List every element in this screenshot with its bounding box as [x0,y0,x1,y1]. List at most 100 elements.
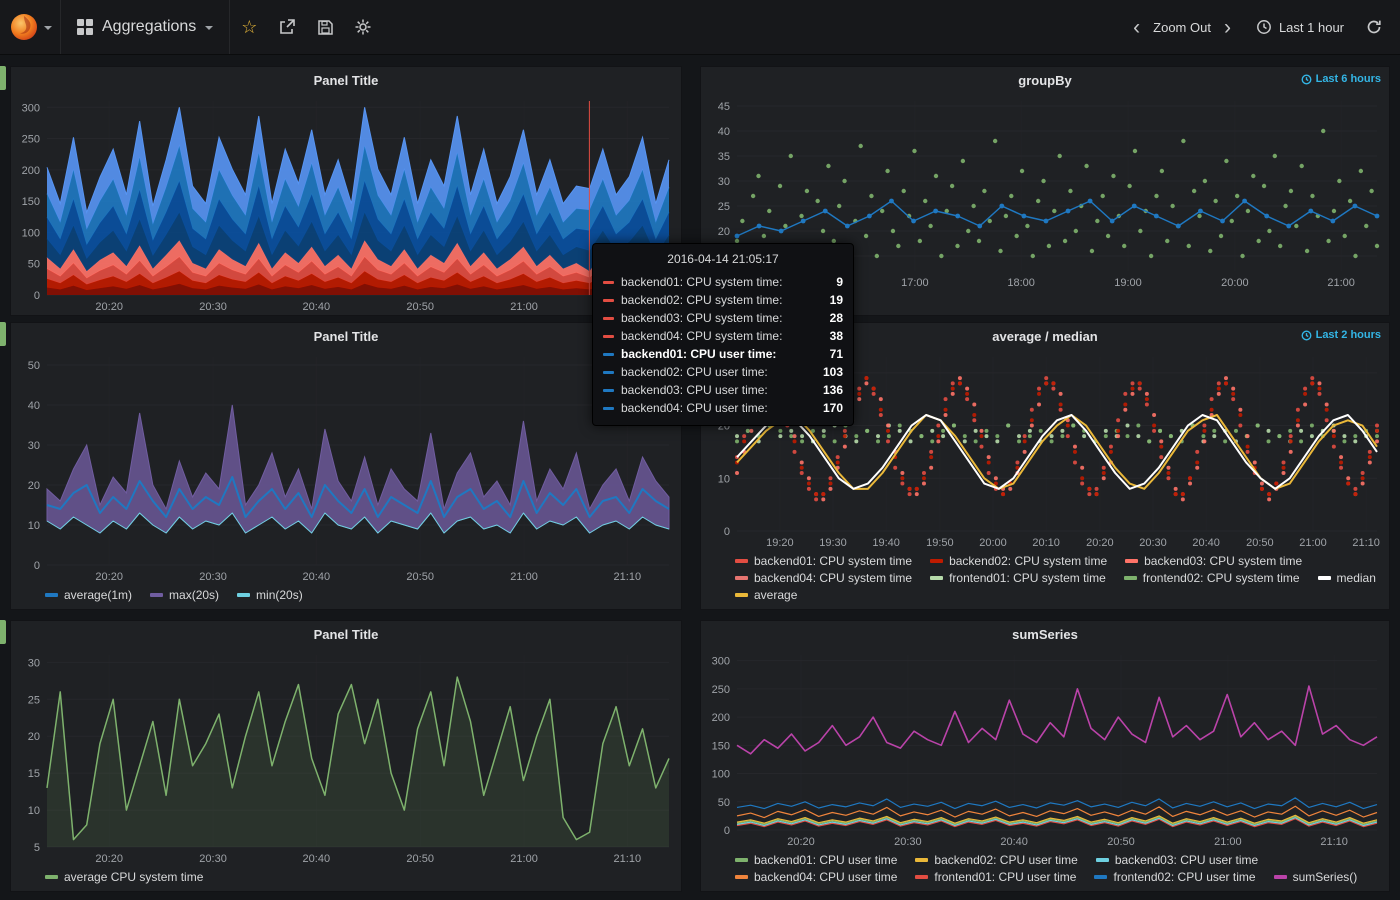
series-color-swatch [915,875,928,879]
svg-text:40: 40 [28,400,40,412]
svg-text:21:00: 21:00 [510,853,538,865]
legend-label: backend01: CPU user time [754,853,897,867]
legend-item[interactable]: backend03: CPU system time [1125,554,1302,568]
dashboard-picker[interactable]: Aggregations [61,0,230,54]
svg-text:19:00: 19:00 [1114,277,1142,289]
legend-item[interactable]: frontend02: CPU system time [1124,571,1300,585]
series-color-swatch [735,559,748,563]
legend: average(1m) max(20s) min(20s) [11,585,681,609]
series-color-dash [603,371,614,374]
save-dashboard-button[interactable] [306,0,344,54]
svg-text:40: 40 [718,126,730,138]
legend-item[interactable]: frontend01: CPU user time [915,870,1076,884]
legend-item[interactable]: frontend01: CPU system time [930,571,1106,585]
tooltip-series-value: 103 [823,365,843,379]
chart-avg-cpu[interactable]: 5101520253020:2020:3020:4020:5021:0021:1… [11,647,681,867]
legend-label: frontend02: CPU user time [1113,870,1255,884]
legend-label: backend03: CPU system time [1144,554,1302,568]
legend-label: backend02: CPU system time [949,554,1107,568]
svg-text:19:50: 19:50 [926,537,954,549]
series-color-swatch [1124,576,1137,580]
svg-text:200: 200 [22,165,40,177]
svg-text:10: 10 [28,805,40,817]
gear-icon [354,18,372,36]
svg-text:20: 20 [28,480,40,492]
tooltip-series-value: 136 [823,383,843,397]
dashboard-grid-icon [77,19,93,35]
tooltip-series-value: 9 [836,275,843,289]
share-dashboard-button[interactable] [268,0,306,54]
legend-item[interactable]: sumSeries() [1274,870,1358,884]
tooltip-series-row: backend02: CPU system time:19 [603,291,843,309]
time-back-button[interactable]: ‹ [1128,17,1145,38]
dashboard-settings-button[interactable] [344,0,382,54]
panel-title[interactable]: sumSeries [701,621,1389,647]
refresh-button[interactable] [1356,19,1392,35]
legend-item[interactable]: backend04: CPU system time [735,571,912,585]
chart-avg-max-min[interactable]: 0102030405020:2020:3020:4020:5021:0021:1… [11,349,681,585]
svg-text:0: 0 [724,526,730,538]
tooltip-series-row: backend03: CPU system time:28 [603,309,843,327]
chart-stacked-cpu[interactable]: 05010015020025030020:2020:3020:4020:5021… [11,93,681,315]
tooltip-series-label: backend02: CPU user time: [621,365,768,379]
legend-item[interactable]: frontend02: CPU user time [1094,870,1255,884]
svg-text:17:00: 17:00 [901,277,929,289]
svg-text:20:00: 20:00 [979,537,1007,549]
time-forward-button[interactable]: › [1219,17,1236,38]
svg-text:21:10: 21:10 [1320,836,1348,848]
row-collapse-handle[interactable] [0,322,6,346]
legend-label: average CPU system time [64,870,203,884]
svg-text:5: 5 [34,842,40,854]
save-icon [317,19,334,36]
row-collapse-handle[interactable] [0,66,6,90]
series-color-dash [603,299,614,302]
panel-title[interactable]: Panel Title [11,67,681,93]
chart-sumseries[interactable]: 05010015020025030020:2020:3020:4020:5021… [701,647,1389,850]
legend-label: backend03: CPU user time [1115,853,1258,867]
panel-title[interactable]: groupBy Last 6 hours [701,67,1389,93]
tooltip-series-value: 38 [830,329,843,343]
legend-item[interactable]: average [735,588,797,602]
zoom-out-button[interactable]: Zoom Out [1153,20,1211,35]
svg-text:0: 0 [724,825,730,837]
tooltip-series-label: backend01: CPU system time: [621,275,782,289]
legend-item[interactable]: min(20s) [237,588,303,602]
legend-item[interactable]: backend03: CPU user time [1096,853,1258,867]
clock-icon [1301,330,1312,341]
legend-item[interactable]: backend04: CPU user time [735,870,897,884]
svg-text:10: 10 [28,520,40,532]
legend-item[interactable]: backend02: CPU user time [915,853,1077,867]
star-dashboard-button[interactable]: ☆ [230,0,268,54]
series-color-swatch [1125,559,1138,563]
legend-item[interactable]: backend01: CPU system time [735,554,912,568]
row-collapse-handle[interactable] [0,620,6,644]
refresh-icon [1366,19,1382,35]
tooltip-series-label: backend04: CPU system time: [621,329,782,343]
tooltip-timestamp: 2016-04-14 21:05:17 [603,252,843,266]
legend-item[interactable]: max(20s) [150,588,219,602]
series-color-swatch [1094,875,1107,879]
svg-text:19:20: 19:20 [766,537,794,549]
svg-text:100: 100 [22,227,40,239]
svg-text:20:40: 20:40 [303,853,331,865]
legend-item[interactable]: backend01: CPU user time [735,853,897,867]
svg-text:150: 150 [712,740,730,752]
panel-title[interactable]: Panel Title [11,323,681,349]
grafana-main-menu[interactable] [0,0,61,54]
panel-title[interactable]: Panel Title [11,621,681,647]
time-range-label: Last 1 hour [1279,20,1344,35]
series-color-swatch [735,858,748,862]
legend-item[interactable]: median [1318,571,1376,585]
svg-text:21:00: 21:00 [1214,836,1242,848]
tooltip-series-row: backend01: CPU system time: 9 [603,273,843,291]
series-color-swatch [1318,576,1331,580]
svg-text:30: 30 [28,657,40,669]
tooltip-series-row: backend02: CPU user time: 103 [603,363,843,381]
legend: backend01: CPU system time backend02: CPU… [701,551,1389,609]
time-range-picker[interactable]: Last 1 hour [1244,19,1356,35]
legend-item[interactable]: average(1m) [45,588,132,602]
legend-item[interactable]: average CPU system time [45,870,203,884]
legend-label: backend01: CPU system time [754,554,912,568]
legend-label: sumSeries() [1293,870,1358,884]
legend-item[interactable]: backend02: CPU system time [930,554,1107,568]
